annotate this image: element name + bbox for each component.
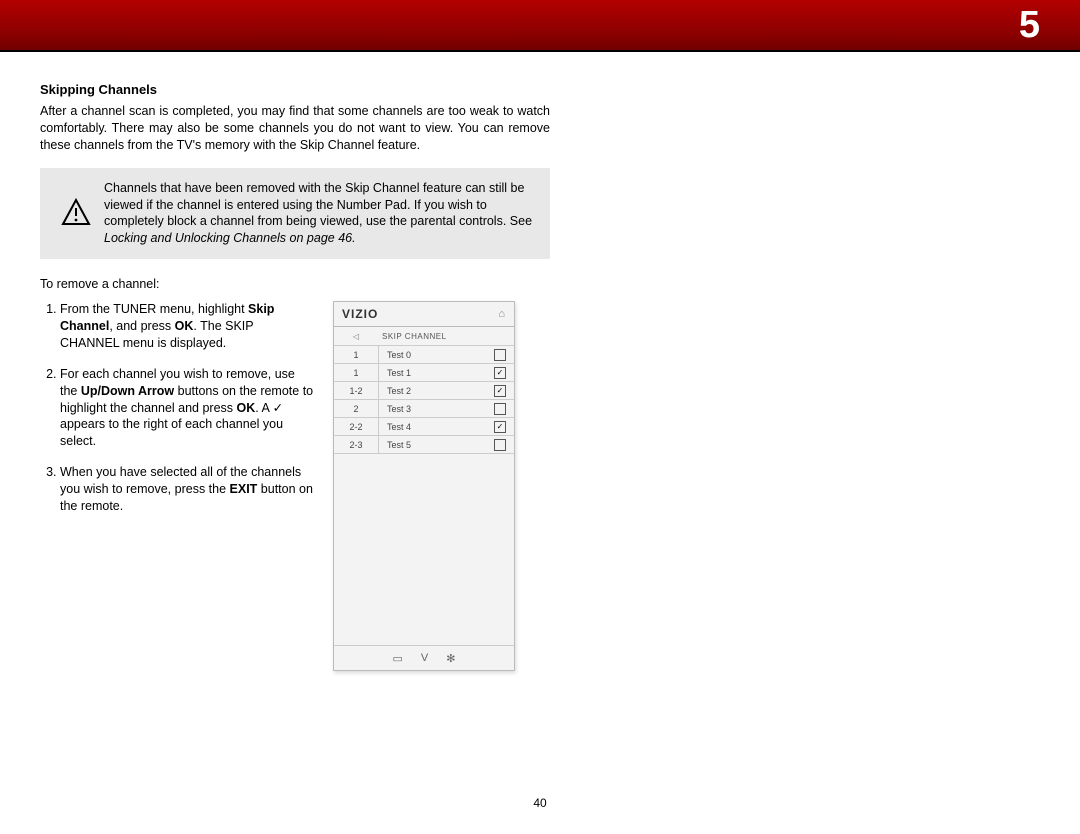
channel-name: Test 1 [379, 368, 494, 378]
channel-number: 2-3 [334, 436, 379, 453]
channel-number: 2-2 [334, 418, 379, 435]
channel-row[interactable]: 2Test 3 [334, 400, 514, 418]
note-text: Channels that have been removed with the… [98, 180, 536, 248]
channel-number: 2 [334, 400, 379, 417]
channel-row[interactable]: 2-2Test 4✓ [334, 418, 514, 436]
checkbox[interactable]: ✓ [494, 367, 506, 379]
channel-number: 1-2 [334, 382, 379, 399]
instructions-lead: To remove a channel: [40, 277, 550, 291]
channel-number: 1 [334, 364, 379, 381]
chapter-header: 5 [0, 0, 1080, 52]
channel-name: Test 2 [379, 386, 494, 396]
channel-list: 1Test 01Test 1✓1-2Test 2✓2Test 32-2Test … [334, 346, 514, 454]
checkbox[interactable] [494, 439, 506, 451]
screenshot-header: VIZIO ⌂ [334, 302, 514, 327]
cc-icon[interactable]: ▭ [393, 652, 403, 665]
channel-name: Test 4 [379, 422, 494, 432]
menu-title: SKIP CHANNEL [378, 332, 514, 341]
channel-name: Test 5 [379, 440, 494, 450]
section-body: After a channel scan is completed, you m… [40, 103, 550, 154]
checkbox[interactable]: ✓ [494, 385, 506, 397]
channel-row[interactable]: 1Test 1✓ [334, 364, 514, 382]
note-main: Channels that have been removed with the… [104, 181, 532, 229]
screenshot-footer: ▭ V ✻ [334, 645, 514, 670]
v-icon[interactable]: V [421, 652, 428, 664]
channel-row[interactable]: 1-2Test 2✓ [334, 382, 514, 400]
warning-icon [54, 198, 98, 228]
back-icon[interactable]: ◁ [334, 332, 378, 341]
channel-row[interactable]: 2-3Test 5 [334, 436, 514, 454]
tv-menu-screenshot: VIZIO ⌂ ◁ SKIP CHANNEL 1Test 01Test 1✓1-… [333, 301, 515, 671]
left-column: Skipping Channels After a channel scan i… [40, 82, 550, 671]
channel-name: Test 3 [379, 404, 494, 414]
channel-row[interactable]: 1Test 0 [334, 346, 514, 364]
note-reference: Locking and Unlocking Channels on page 4… [104, 231, 356, 245]
step-3: When you have selected all of the channe… [60, 464, 315, 515]
channel-name: Test 0 [379, 350, 494, 360]
channel-number: 1 [334, 346, 379, 363]
chapter-number: 5 [1019, 4, 1040, 47]
checkbox[interactable] [494, 403, 506, 415]
gear-icon[interactable]: ✻ [446, 652, 455, 665]
steps-list: From the TUNER menu, highlight Skip Chan… [40, 301, 333, 671]
step-1: From the TUNER menu, highlight Skip Chan… [60, 301, 315, 352]
note-box: Channels that have been removed with the… [40, 168, 550, 260]
section-title: Skipping Channels [40, 82, 550, 97]
brand-label: VIZIO [342, 307, 378, 321]
checkbox[interactable]: ✓ [494, 421, 506, 433]
screenshot-subheader: ◁ SKIP CHANNEL [334, 327, 514, 346]
instructions-row: From the TUNER menu, highlight Skip Chan… [40, 301, 550, 671]
page-body: Skipping Channels After a channel scan i… [0, 52, 1080, 671]
home-icon[interactable]: ⌂ [498, 308, 506, 320]
checkbox[interactable] [494, 349, 506, 361]
page-number: 40 [0, 796, 1080, 810]
step-2: For each channel you wish to remove, use… [60, 366, 315, 450]
